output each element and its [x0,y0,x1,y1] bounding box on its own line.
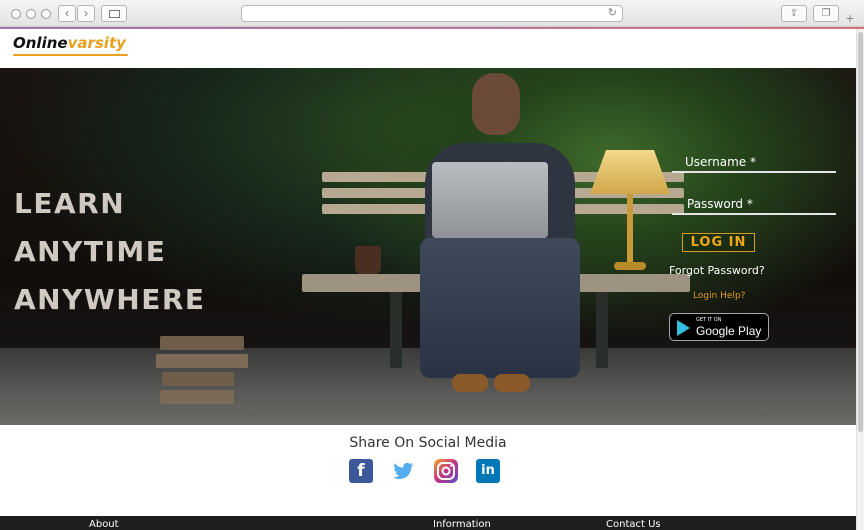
book [156,354,248,368]
linkedin-icon[interactable]: in [476,459,500,483]
close-window-icon[interactable] [11,9,21,19]
hero-tagline: LEARN ANYTIME ANYWHERE [14,180,206,324]
facebook-icon[interactable]: f [349,459,373,483]
bench-leg [596,292,608,368]
lamp-base [614,262,646,270]
shoe [494,374,530,392]
logo-underline [13,54,128,56]
new-tab-icon[interactable]: + [846,10,854,26]
logo-text-varsity: varsity [67,34,126,52]
google-play-label: Google Play [696,324,762,338]
footer-about-link[interactable]: About [89,519,119,530]
password-label: Password * [687,197,753,211]
back-button[interactable]: ‹ [58,5,76,22]
book [160,390,234,404]
forward-button[interactable]: › [77,5,95,22]
google-play-icon [677,320,690,336]
username-input[interactable] [672,171,836,173]
footer-contact-link[interactable]: Contact Us [606,519,661,530]
twitter-icon[interactable] [391,459,415,483]
site-header: Onlinevarsity [0,29,856,68]
share-button[interactable]: ⇪ [781,5,807,22]
tabs-button[interactable]: ❐ [813,5,839,22]
instagram-icon[interactable] [434,459,458,483]
lamp-shade [590,150,670,194]
bench-slat [322,188,432,198]
person-legs [420,238,580,378]
login-help-link[interactable]: Login Help? [693,291,745,301]
password-input[interactable] [672,213,836,215]
bench-leg [390,292,402,368]
bench-slat [322,172,432,182]
logo-text-online: Online [13,34,68,52]
social-title: Share On Social Media [349,435,507,451]
shoe [452,374,488,392]
coffee-mug [355,246,381,274]
site-logo[interactable]: Onlinevarsity [13,34,126,52]
reload-icon[interactable]: ↻ [608,6,617,19]
tagline-line: ANYTIME [14,235,167,268]
lamp-stand [627,194,633,262]
hero-banner: LEARN ANYTIME ANYWHERE Username * Passwo… [0,68,856,425]
book [160,336,244,350]
site-footer: About Information Contact Us [0,516,856,530]
scrollbar-thumb[interactable] [858,32,863,432]
browser-toolbar: ‹ › ↻ ⇪ ❐ + [0,0,864,27]
laptop-image [432,162,548,238]
page-scrollbar[interactable] [856,29,864,530]
address-bar[interactable]: ↻ [241,5,623,22]
zoom-window-icon[interactable] [41,9,51,19]
sidebar-icon [109,10,120,18]
person-head [472,73,520,135]
google-play-small-text: GET IT ON [696,317,722,323]
google-play-badge[interactable]: GET IT ON Google Play [669,313,769,341]
tagline-line: ANYWHERE [14,283,206,316]
bench-slat [322,204,432,214]
minimize-window-icon[interactable] [26,9,36,19]
username-label: Username * [685,155,756,169]
book [162,372,234,386]
forgot-password-link[interactable]: Forgot Password? [669,264,765,277]
tagline-line: LEARN [14,187,126,220]
login-button[interactable]: LOG IN [682,233,755,252]
sidebar-toggle-button[interactable] [101,5,127,22]
footer-information-link[interactable]: Information [433,519,491,530]
